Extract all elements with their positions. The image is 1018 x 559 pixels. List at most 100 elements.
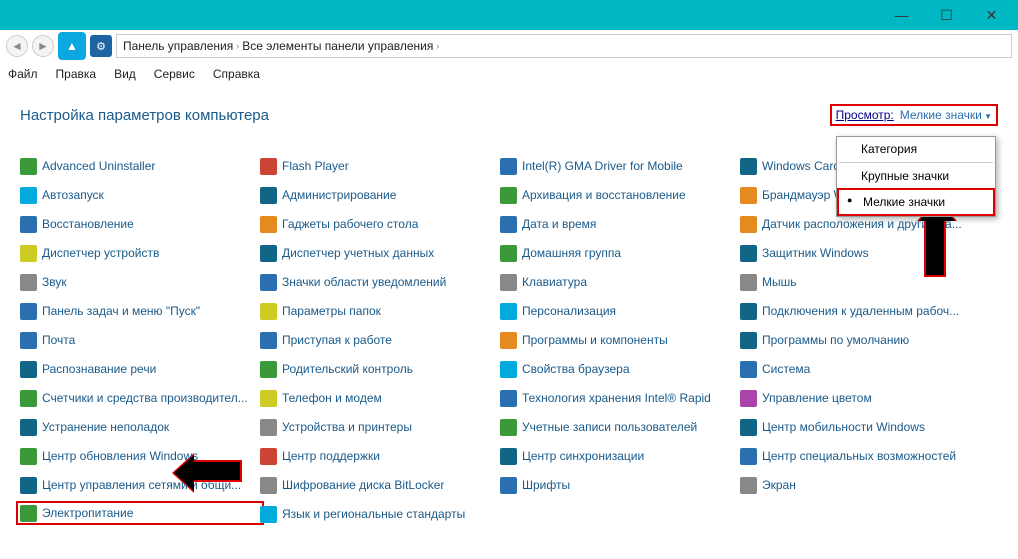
control-panel-item[interactable]: Центр синхронизации (500, 446, 740, 466)
control-panel-item[interactable]: Параметры папок (260, 301, 500, 321)
control-panel-item[interactable]: Панель задач и меню "Пуск" (20, 301, 260, 321)
control-panel-item[interactable]: Шифрование диска BitLocker (260, 475, 500, 495)
control-panel-item[interactable]: Распознавание речи (20, 359, 260, 379)
menu-view[interactable]: Вид (114, 67, 136, 81)
control-panel-item[interactable]: Звук (20, 272, 260, 292)
control-panel-item[interactable]: Центр специальных возможностей (740, 446, 980, 466)
control-panel-item[interactable]: Родительский контроль (260, 359, 500, 379)
item-label: Устройства и принтеры (282, 420, 412, 434)
control-panel-item[interactable]: Flash Player (260, 156, 500, 176)
control-panel-item[interactable]: Почта (20, 330, 260, 350)
menu-file[interactable]: Файл (8, 67, 38, 81)
item-icon (20, 245, 37, 262)
item-label: Шифрование диска BitLocker (282, 478, 444, 492)
control-panel-item[interactable]: Intel(R) GMA Driver for Mobile (500, 156, 740, 176)
control-panel-item[interactable]: Учетные записи пользователей (500, 417, 740, 437)
control-panel-item[interactable]: Центр мобильности Windows (740, 417, 980, 437)
control-panel-item[interactable]: Восстановление (20, 214, 260, 234)
control-panel-icon[interactable]: ⚙ (90, 35, 112, 57)
item-label: Электропитание (42, 506, 133, 520)
forward-button[interactable]: ► (32, 35, 54, 57)
item-label: Распознавание речи (42, 362, 156, 376)
control-panel-item[interactable]: Устранение неполадок (20, 417, 260, 437)
control-panel-item[interactable]: Диспетчер учетных данных (260, 243, 500, 263)
chevron-right-icon: › (236, 41, 239, 51)
control-panel-item[interactable]: Устройства и принтеры (260, 417, 500, 437)
item-label: Центр поддержки (282, 449, 380, 463)
close-button[interactable]: ✕ (969, 0, 1014, 30)
item-icon (260, 477, 277, 494)
item-icon (740, 361, 757, 378)
control-panel-item[interactable]: Свойства браузера (500, 359, 740, 379)
item-icon (500, 274, 517, 291)
control-panel-item[interactable]: Архивация и восстановление (500, 185, 740, 205)
control-panel-item[interactable]: Экран (740, 475, 980, 495)
item-label: Приступая к работе (282, 333, 392, 347)
item-icon (500, 216, 517, 233)
page-title: Настройка параметров компьютера (20, 107, 269, 124)
item-icon (740, 245, 757, 262)
control-panel-item[interactable]: Шрифты (500, 475, 740, 495)
up-button[interactable]: ▲ (58, 32, 86, 60)
control-panel-item[interactable]: Язык и региональные стандарты (260, 504, 500, 524)
control-panel-item[interactable]: Администрирование (260, 185, 500, 205)
item-label: Программы по умолчанию (762, 333, 909, 347)
control-panel-item[interactable]: Телефон и модем (260, 388, 500, 408)
menu-edit[interactable]: Правка (56, 67, 97, 81)
view-dropdown-item[interactable]: Категория (837, 137, 995, 161)
control-panel-item[interactable]: Программы и компоненты (500, 330, 740, 350)
item-label: Счетчики и средства производител... (42, 391, 248, 405)
view-selector[interactable]: Просмотр: Мелкие значки КатегорияКрупные… (830, 104, 998, 126)
item-label: Intel(R) GMA Driver for Mobile (522, 159, 683, 173)
item-label: Центр специальных возможностей (762, 449, 956, 463)
control-panel-item[interactable]: Дата и время (500, 214, 740, 234)
item-icon (260, 245, 277, 262)
maximize-button[interactable]: ☐ (924, 0, 969, 30)
view-dropdown-item[interactable]: Мелкие значки (837, 188, 995, 216)
item-label: Язык и региональные стандарты (282, 507, 465, 521)
back-button[interactable]: ◄ (6, 35, 28, 57)
control-panel-item[interactable]: Автозапуск (20, 185, 260, 205)
item-icon (500, 419, 517, 436)
control-panel-item[interactable]: Центр поддержки (260, 446, 500, 466)
item-label: Восстановление (42, 217, 134, 231)
item-icon (500, 332, 517, 349)
menu-tools[interactable]: Сервис (154, 67, 195, 81)
control-panel-item[interactable]: Advanced Uninstaller (20, 156, 260, 176)
control-panel-item[interactable]: Гаджеты рабочего стола (260, 214, 500, 234)
item-label: Устранение неполадок (42, 420, 169, 434)
control-panel-item[interactable]: Программы по умолчанию (740, 330, 980, 350)
control-panel-item[interactable]: Электропитание (16, 501, 264, 525)
menu-help[interactable]: Справка (213, 67, 260, 81)
item-icon (20, 187, 37, 204)
header-row: Настройка параметров компьютера Просмотр… (20, 104, 998, 126)
control-panel-item[interactable]: Подключения к удаленным рабоч... (740, 301, 980, 321)
view-dropdown-item[interactable]: Крупные значки (837, 164, 995, 188)
control-panel-item[interactable]: Приступая к работе (260, 330, 500, 350)
breadcrumb[interactable]: Панель управления (123, 39, 233, 53)
item-icon (260, 419, 277, 436)
control-panel-item[interactable]: Клавиатура (500, 272, 740, 292)
item-icon (260, 361, 277, 378)
item-label: Клавиатура (522, 275, 587, 289)
item-label: Подключения к удаленным рабоч... (762, 304, 959, 318)
control-panel-item[interactable]: Домашняя группа (500, 243, 740, 263)
item-icon (260, 274, 277, 291)
item-icon (740, 448, 757, 465)
control-panel-item[interactable]: Технология хранения Intel® Rapid (500, 388, 740, 408)
item-label: Персонализация (522, 304, 616, 318)
address-bar[interactable]: Панель управления › Все элементы панели … (116, 34, 1012, 58)
view-value[interactable]: Мелкие значки (900, 108, 992, 122)
control-panel-item[interactable]: Диспетчер устройств (20, 243, 260, 263)
item-label: Мышь (762, 275, 797, 289)
control-panel-item[interactable]: Персонализация (500, 301, 740, 321)
minimize-button[interactable]: — (879, 0, 924, 30)
item-icon (260, 448, 277, 465)
control-panel-item[interactable]: Значки области уведомлений (260, 272, 500, 292)
breadcrumb[interactable]: Все элементы панели управления (242, 39, 433, 53)
control-panel-item[interactable]: Система (740, 359, 980, 379)
item-label: Значки области уведомлений (282, 275, 446, 289)
control-panel-item[interactable]: Счетчики и средства производител... (20, 388, 260, 408)
control-panel-item[interactable]: Управление цветом (740, 388, 980, 408)
item-icon (500, 390, 517, 407)
